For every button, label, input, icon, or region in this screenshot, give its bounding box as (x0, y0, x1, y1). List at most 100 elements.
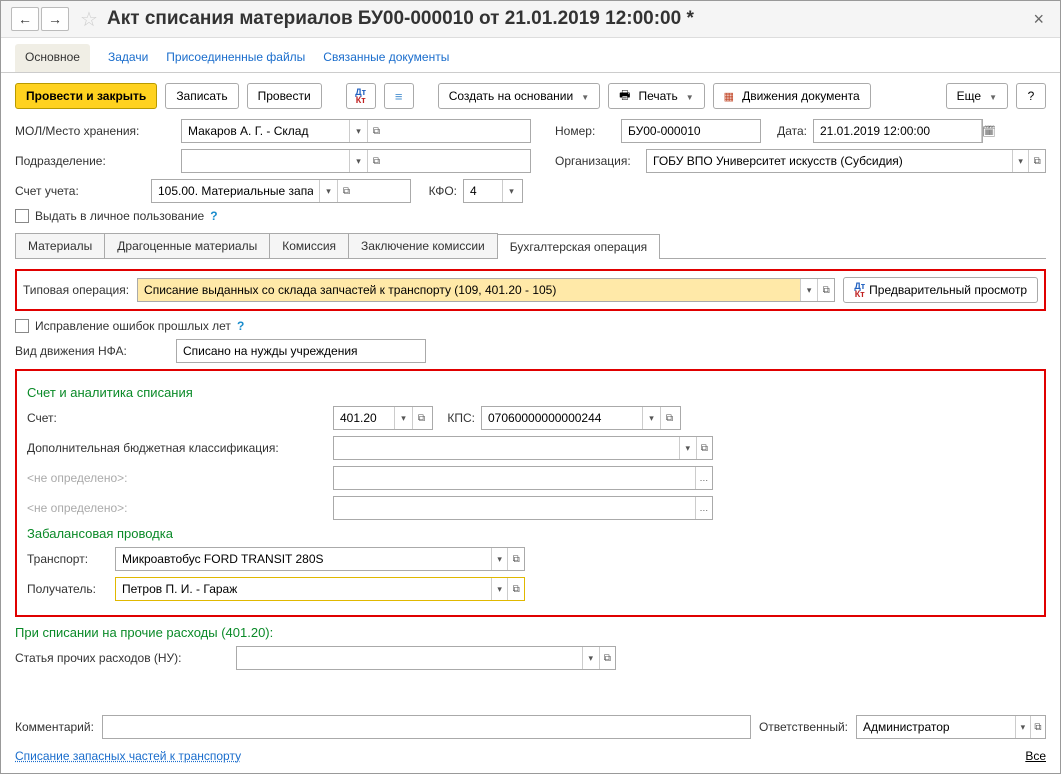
dt-kt-icon: ДтКт (854, 282, 865, 298)
all-link[interactable]: Все (1025, 749, 1046, 763)
bottom-link[interactable]: Списание запасных частей к транспорту (15, 749, 241, 763)
dept-input[interactable] (181, 149, 531, 173)
personal-use-checkbox[interactable] (15, 209, 29, 223)
kps-label: КПС: (439, 411, 475, 425)
tab-accounting[interactable]: Бухгалтерская операция (497, 234, 660, 259)
nfa-label: Вид движения НФА: (15, 344, 170, 358)
open-icon[interactable] (337, 180, 355, 202)
typical-operation-label: Типовая операция: (23, 283, 129, 297)
nav-back-button[interactable]: ← (11, 7, 39, 31)
account-input[interactable] (151, 179, 411, 203)
comment-input[interactable] (102, 715, 751, 739)
recipient-input[interactable] (115, 577, 525, 601)
dept-label: Подразделение: (15, 154, 175, 168)
favorite-icon[interactable]: ☆ (77, 7, 101, 31)
help-icon[interactable]: ? (237, 319, 244, 333)
addl-budget-label: Дополнительная бюджетная классификация: (27, 441, 327, 455)
open-icon[interactable] (660, 407, 678, 429)
fix-errors-checkbox[interactable] (15, 319, 29, 333)
more-button[interactable]: Еще (946, 83, 1008, 109)
kfo-label: КФО: (417, 184, 457, 198)
movements-button[interactable]: Движения документа (713, 83, 871, 109)
chevron-down-icon[interactable] (319, 180, 337, 202)
chevron-down-icon[interactable] (491, 548, 508, 570)
tab-commission[interactable]: Комиссия (269, 233, 349, 258)
close-icon[interactable]: × (1027, 9, 1050, 30)
open-icon[interactable] (696, 437, 712, 459)
nav-forward-button[interactable]: → (41, 7, 69, 31)
chevron-down-icon[interactable] (679, 437, 695, 459)
create-based-button[interactable]: Создать на основании (438, 83, 600, 109)
recipient-label: Получатель: (27, 582, 109, 596)
chevron-down-icon[interactable] (502, 180, 520, 202)
section-other-expenses-title: При списании на прочие расходы (401.20): (15, 625, 1046, 640)
chevron-down-icon[interactable] (800, 279, 817, 301)
tab-materials[interactable]: Материалы (15, 233, 105, 258)
help-icon[interactable]: ? (210, 209, 217, 223)
chevron-down-icon[interactable] (642, 407, 660, 429)
tab-precious[interactable]: Драгоценные материалы (104, 233, 270, 258)
other-expenses-input[interactable] (236, 646, 616, 670)
chevron-down-icon[interactable] (349, 150, 367, 172)
undef1-label: <не определено>: (27, 471, 327, 485)
chevron-down-icon[interactable] (1012, 150, 1029, 172)
ellipsis-icon[interactable]: … (695, 467, 712, 489)
ellipsis-icon[interactable]: … (695, 497, 712, 519)
typical-operation-input[interactable] (137, 278, 835, 302)
movements-icon (724, 89, 738, 103)
date-label: Дата: (767, 124, 807, 138)
chevron-down-icon[interactable] (394, 407, 412, 429)
open-icon[interactable] (599, 647, 615, 669)
org-input[interactable] (646, 149, 1046, 173)
nfa-input[interactable] (176, 339, 426, 363)
open-icon[interactable] (367, 150, 385, 172)
list-button[interactable] (384, 83, 414, 109)
post-and-close-button[interactable]: Провести и закрыть (15, 83, 157, 109)
open-icon[interactable] (507, 578, 524, 600)
open-icon[interactable] (412, 407, 430, 429)
tab-conclusion[interactable]: Заключение комиссии (348, 233, 498, 258)
chevron-down-icon[interactable] (349, 120, 367, 142)
transport-input[interactable] (115, 547, 525, 571)
addl-budget-input[interactable] (333, 436, 713, 460)
undef1-input[interactable]: … (333, 466, 713, 490)
open-icon[interactable] (817, 279, 834, 301)
accounting-panel: Типовая операция: ДтКт Предварительный п… (15, 259, 1046, 686)
dt-kt-button[interactable]: ДтКт (346, 83, 376, 109)
number-label: Номер: (555, 124, 615, 138)
date-input[interactable] (813, 119, 983, 143)
help-button[interactable]: ? (1016, 83, 1046, 109)
section-offbalance-title: Забалансовая проводка (27, 526, 1034, 541)
undef2-input[interactable]: … (333, 496, 713, 520)
chevron-down-icon[interactable] (491, 578, 508, 600)
chevron-down-icon[interactable] (582, 647, 598, 669)
bottom-bar: Списание запасных частей к транспорту Вс… (1, 745, 1060, 773)
open-icon[interactable] (367, 120, 385, 142)
chevron-down-icon[interactable] (1015, 716, 1030, 738)
preview-button[interactable]: ДтКт Предварительный просмотр (843, 277, 1038, 303)
writeoff-account-input[interactable] (333, 406, 433, 430)
header-form: МОЛ/Место хранения: Номер: Дата: Подразд… (1, 119, 1060, 229)
tab-main[interactable]: Основное (15, 44, 90, 72)
print-button[interactable]: Печать (608, 83, 705, 109)
responsible-input[interactable] (856, 715, 1046, 739)
mol-input[interactable] (181, 119, 531, 143)
list-icon (395, 89, 403, 104)
number-input[interactable] (621, 119, 761, 143)
tab-files[interactable]: Присоединенные файлы (166, 44, 305, 72)
open-icon[interactable] (507, 548, 524, 570)
comment-label: Комментарий: (15, 720, 94, 734)
other-expenses-label: Статья прочих расходов (НУ): (15, 651, 230, 665)
open-icon[interactable] (1028, 150, 1045, 172)
post-button[interactable]: Провести (247, 83, 322, 109)
kps-input[interactable] (481, 406, 681, 430)
kfo-input[interactable] (463, 179, 523, 203)
tab-related[interactable]: Связанные документы (323, 44, 449, 72)
open-icon[interactable] (1030, 716, 1045, 738)
save-button[interactable]: Записать (165, 83, 238, 109)
calendar-icon[interactable] (981, 120, 996, 142)
tab-tasks[interactable]: Задачи (108, 44, 148, 72)
window-title: Акт списания материалов БУ00-000010 от 2… (107, 8, 1027, 30)
typical-operation-highlight: Типовая операция: ДтКт Предварительный п… (15, 269, 1046, 311)
document-window: ← → ☆ Акт списания материалов БУ00-00001… (0, 0, 1061, 774)
